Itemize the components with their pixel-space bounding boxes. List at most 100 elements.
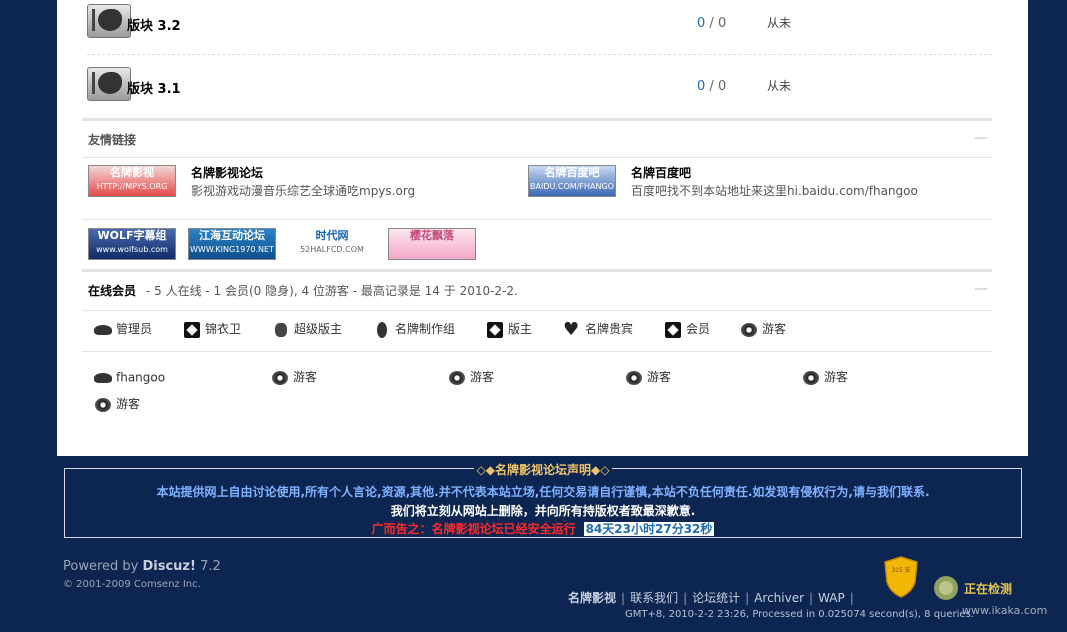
eye-icon <box>801 369 821 387</box>
link-logo-sub: HTTP://MPYS.ORG <box>96 182 168 191</box>
forum-total: 0 <box>717 79 727 94</box>
legend-production: 名牌制作组 <box>372 320 455 339</box>
link-logo-text: 名牌影视 <box>110 166 154 179</box>
legend-label: 名牌制作组 <box>395 322 456 336</box>
link-title[interactable]: 名牌影视论坛 <box>191 164 263 181</box>
forum-row[interactable]: 版块 3.2 0 / 0 从未 <box>87 0 992 50</box>
banner-sakura[interactable]: 樱花飘落 <box>388 228 476 260</box>
legend-super-mod: 超级版主 <box>271 320 342 339</box>
online-collapse-button[interactable]: — <box>974 281 988 297</box>
nav-separator: | <box>745 591 750 605</box>
legend-vip: 名牌贵宾 <box>562 319 634 340</box>
legend-label: 版主 <box>508 322 533 336</box>
forum-last-post: 从未 <box>767 16 792 30</box>
legend-guest: 游客 <box>739 320 786 339</box>
online-user: 游客 <box>801 368 848 387</box>
footer-nav: 名牌影视 | 联系我们 | 论坛统计 | Archiver | WAP | <box>568 589 859 606</box>
statement-title: ◇◆名牌影视论坛声明◆◇ <box>473 463 613 477</box>
shield-text: 315 安 <box>891 566 910 574</box>
bat-icon <box>93 321 113 339</box>
forum-post-count: 0 / 0 <box>697 16 726 31</box>
legend-label: 游客 <box>762 322 787 336</box>
online-summary: - 5 人在线 - 1 会员(0 隐身), 4 位游客 - 最高记录是 14 于… <box>146 284 518 298</box>
server-info: GMT+8, 2010-2-2 23:26, Processed in 0.02… <box>625 609 974 620</box>
powered-by: Powered by Discuz! 7.2 <box>63 559 221 574</box>
link-logo-baidu[interactable]: 名牌百度吧 BAIDU.COM/FHANGO <box>528 165 616 197</box>
user-name: 游客 <box>824 370 849 384</box>
link-desc: 影视游戏动漫音乐综艺全球通吃mpys.org <box>191 184 416 198</box>
legend-label: 名牌贵宾 <box>585 322 634 336</box>
user-name: 游客 <box>647 370 672 384</box>
eye-icon <box>447 369 467 387</box>
legend-label: 锦衣卫 <box>205 322 242 336</box>
footer-link-contact[interactable]: 联系我们 <box>630 591 678 605</box>
shield-icon[interactable]: 315 安 <box>884 556 918 598</box>
watermark: www.ikaka.com <box>962 604 1048 617</box>
forum-status-icon <box>87 67 131 101</box>
footer-link-stats[interactable]: 论坛统计 <box>692 591 740 605</box>
links-collapse-button[interactable]: — <box>974 130 988 146</box>
banner-wolfsub[interactable]: WOLF字幕组 www.wolfsub.com <box>88 228 176 260</box>
statement-line1: 本站提供网上自由讨论使用,所有个人言论,资源,其他.并不代表本站立场,任何交易请… <box>156 485 930 499</box>
banner-shidai[interactable]: 时代网 52HALFCD.COM <box>288 228 376 260</box>
box-icon <box>663 321 683 339</box>
online-user: 游客 <box>447 368 494 387</box>
online-divider <box>82 351 992 352</box>
badge-checking[interactable]: 正在检测 <box>930 574 1025 604</box>
nav-separator: | <box>621 591 626 605</box>
online-title: 在线会员 <box>88 284 137 298</box>
online-user: 游客 <box>270 368 317 387</box>
box-icon <box>182 321 202 339</box>
links-divider <box>82 219 992 220</box>
forum-total: 0 <box>717 16 727 31</box>
row-divider <box>87 54 992 55</box>
statement-notice: 广而告之：名牌影视论坛已经安全运行 84天23小时27分32秒 <box>65 520 1021 537</box>
links-section-title: 友情链接 <box>88 133 137 147</box>
link-desc: 百度吧找不到本站地址来这里hi.baidu.com/fhangoo <box>631 184 918 198</box>
user-name: 游客 <box>470 370 495 384</box>
statement-box: ◇◆名牌影视论坛声明◆◇ 本站提供网上自由讨论使用,所有个人言论,资源,其他.并… <box>64 463 1022 538</box>
online-section-header: 在线会员 - 5 人在线 - 1 会员(0 隐身), 4 位游客 - 最高记录是… <box>82 269 992 311</box>
legend-member: 会员 <box>663 320 710 339</box>
online-user: 游客 <box>624 368 671 387</box>
forum-row[interactable]: 版块 3.1 0 / 0 从未 <box>87 63 992 113</box>
uptime-counter: 84天23小时27分32秒 <box>583 522 715 536</box>
banner-text: 樱花飘落 <box>410 229 454 242</box>
legend-label: 管理员 <box>116 322 153 336</box>
powered-prefix: Powered by <box>63 559 143 574</box>
eye-icon <box>93 396 113 414</box>
heart-icon <box>562 319 582 340</box>
links-section-header: 友情链接 — <box>82 118 992 158</box>
forum-name[interactable]: 版块 3.2 <box>127 15 181 34</box>
link-title[interactable]: 名牌百度吧 <box>631 164 691 181</box>
online-user[interactable]: fhangoo <box>93 369 165 387</box>
legend-guard: 锦衣卫 <box>182 320 241 339</box>
bat-icon <box>93 369 113 387</box>
banner-sub: 52HALFCD.COM <box>300 245 364 254</box>
legend-label: 超级版主 <box>294 322 343 336</box>
eye-icon <box>624 369 644 387</box>
eye-icon <box>739 321 759 339</box>
forum-name[interactable]: 版块 3.1 <box>127 78 181 97</box>
statement-line2: 我们将立刻从网站上删除，并向所有持版权者致最深歉意. <box>390 504 696 518</box>
forum-status-icon <box>87 4 131 38</box>
link-logo-mpys[interactable]: 名牌影视 HTTP://MPYS.ORG <box>88 165 176 197</box>
footer-link-home[interactable]: 名牌影视 <box>568 591 616 605</box>
forum-last-post: 从未 <box>767 79 792 93</box>
banner-sub: WWW.KING1970.NET <box>190 245 274 254</box>
notice-text: 广而告之：名牌影视论坛已经安全运行 <box>371 522 576 536</box>
powered-brand[interactable]: Discuz! <box>142 559 195 574</box>
link-logo-sub: BAIDU.COM/FHANGO <box>530 182 614 191</box>
online-user: 游客 <box>93 395 140 414</box>
banner-king1970[interactable]: 江海互动论坛 WWW.KING1970.NET <box>188 228 276 260</box>
user-name[interactable]: fhangoo <box>116 371 165 385</box>
content-panel: 版块 3.2 0 / 0 从未 版块 3.1 0 / 0 从未 友情链接 — 名… <box>57 0 1028 456</box>
user-name: 游客 <box>293 370 318 384</box>
nav-separator: | <box>683 591 688 605</box>
legend-moderator: 版主 <box>485 320 532 339</box>
banner-sub: www.wolfsub.com <box>96 245 168 254</box>
footer-link-archiver[interactable]: Archiver <box>754 591 804 605</box>
footer-link-wap[interactable]: WAP <box>818 591 845 605</box>
forum-count-sep: / <box>705 16 718 31</box>
bug-icon <box>271 321 291 339</box>
